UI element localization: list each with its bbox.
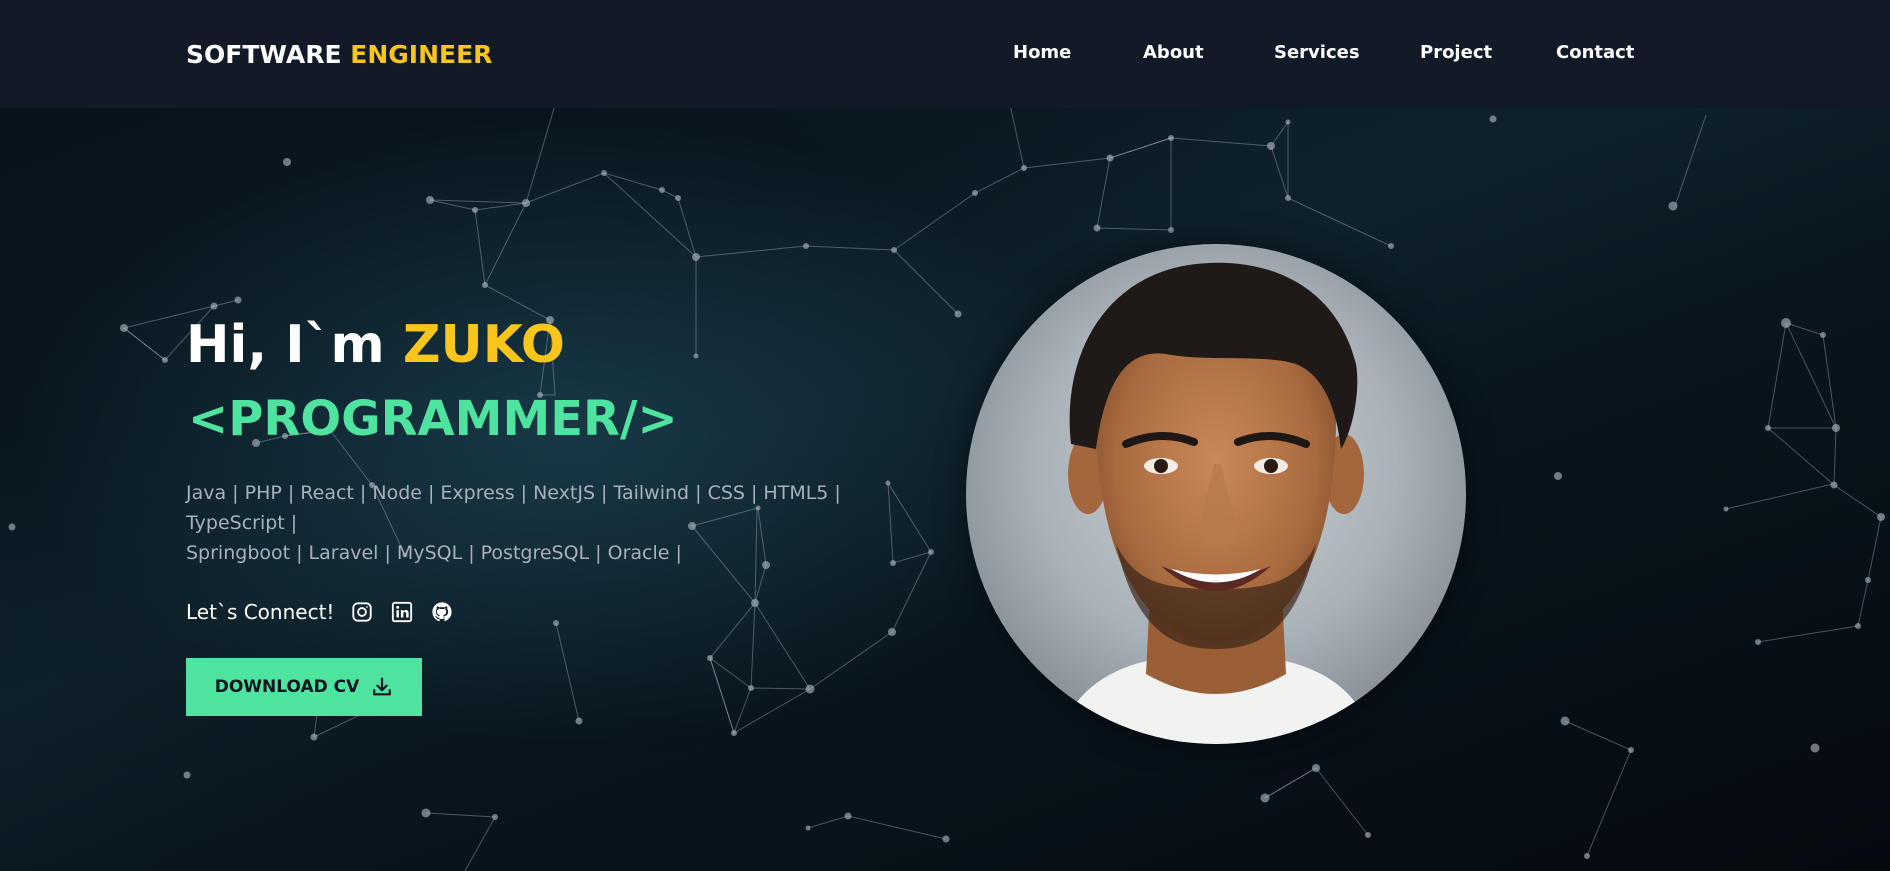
github-icon[interactable] [430, 600, 454, 624]
hero-greeting: Hi, I`m ZUKO [186, 310, 926, 380]
skills-list: Java | PHP | React | Node | Express | Ne… [186, 478, 926, 568]
nav-link-about[interactable]: About [1143, 42, 1204, 63]
skills-line-2: Springboot | Laravel | MySQL | PostgreSQ… [186, 542, 682, 564]
nav-link-services[interactable]: Services [1274, 42, 1360, 63]
greeting-text: Hi, I`m [186, 315, 403, 375]
nav-link-project[interactable]: Project [1420, 42, 1492, 63]
hero-name: ZUKO [402, 315, 565, 375]
download-cv-label: DOWNLOAD CV [214, 677, 360, 697]
download-cv-button[interactable]: DOWNLOAD CV [186, 658, 422, 716]
brand-text-accent: ENGINEER [350, 40, 493, 69]
nav-link-contact[interactable]: Contact [1556, 42, 1634, 63]
navbar: SOFTWARE ENGINEER Home About Services Pr… [0, 0, 1890, 108]
social-connect: Let`s Connect! [186, 600, 926, 624]
profile-photo [966, 244, 1466, 744]
download-icon [371, 676, 393, 698]
connect-label: Let`s Connect! [186, 600, 335, 624]
hero-role: <PROGRAMMER/> [188, 391, 678, 447]
brand-logo[interactable]: SOFTWARE ENGINEER [186, 40, 492, 69]
skills-line-1: Java | PHP | React | Node | Express | Ne… [186, 482, 841, 534]
nav-link-home[interactable]: Home [1013, 42, 1071, 63]
linkedin-icon[interactable] [390, 600, 414, 624]
hero-section: Hi, I`m ZUKO <PROGRAMMER/> Java | PHP | … [186, 310, 926, 716]
instagram-icon[interactable] [350, 600, 374, 624]
brand-text-primary: SOFTWARE [186, 40, 342, 69]
